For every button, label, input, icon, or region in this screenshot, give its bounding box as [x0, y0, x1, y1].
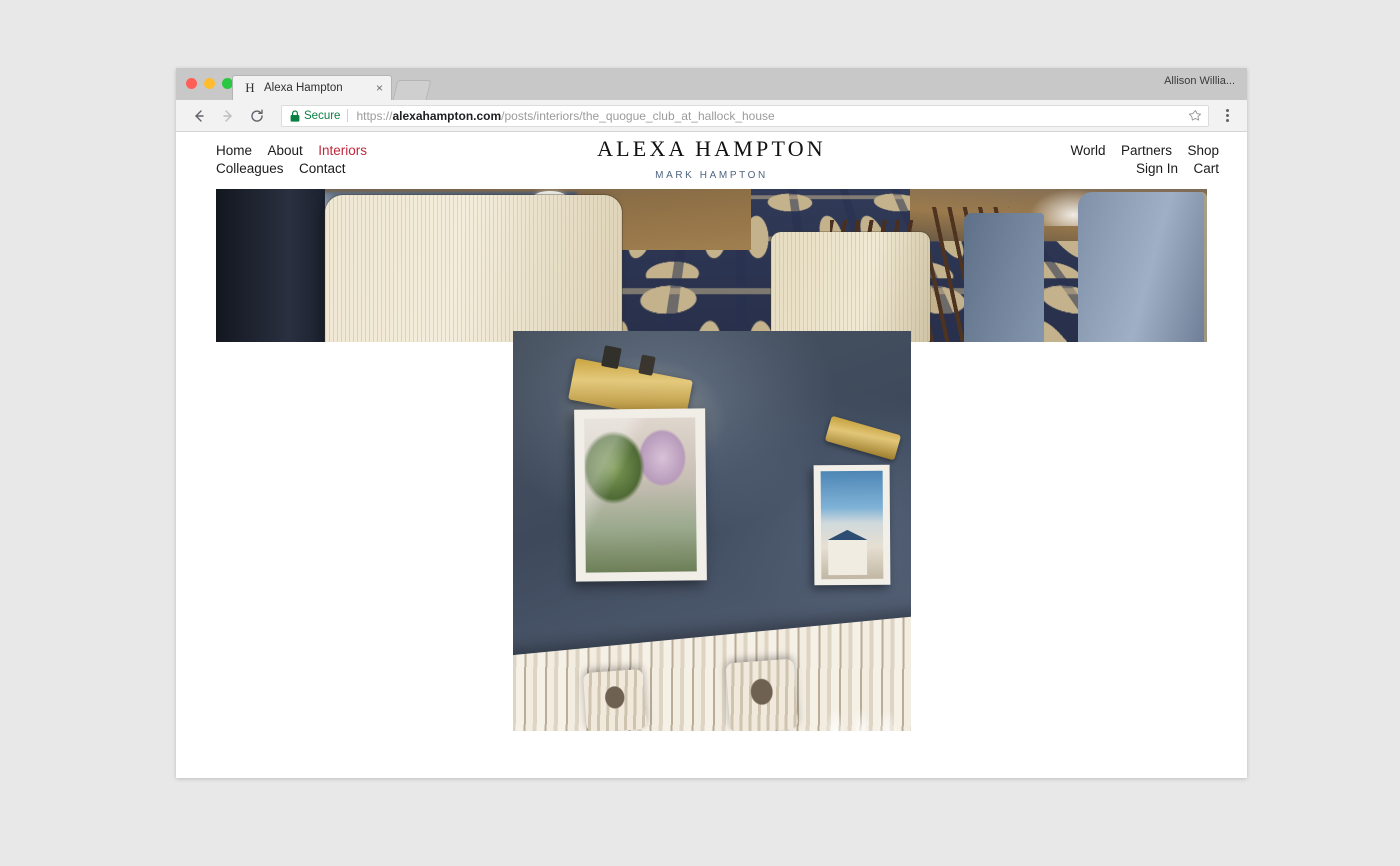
interior-wall-photo[interactable] — [513, 331, 911, 731]
nav-item-sign-in[interactable]: Sign In — [1136, 160, 1178, 178]
site-favicon-icon: H — [245, 80, 255, 95]
user-account-label[interactable]: Allison Willia... — [1164, 75, 1235, 87]
bookmark-star-icon[interactable] — [1183, 109, 1202, 122]
nav-item-cart[interactable]: Cart — [1193, 160, 1219, 178]
artwork-glass-glare — [583, 417, 697, 573]
back-icon[interactable] — [186, 103, 212, 129]
url-text: https://alexahampton.com/posts/interiors… — [356, 109, 1183, 123]
minimize-window-button[interactable] — [204, 78, 215, 89]
browser-menu-icon[interactable] — [1217, 103, 1237, 129]
browser-toolbar: Secure https://alexahampton.com/posts/in… — [176, 100, 1247, 132]
page-content: Home About Interiors Colleagues Contact … — [176, 132, 1247, 777]
patterned-pillow-one — [582, 668, 647, 731]
nav-item-world[interactable]: World — [1071, 142, 1106, 160]
artwork-small-image — [820, 470, 883, 580]
patterned-pillow-two — [725, 658, 798, 731]
tab-title: Alexa Hampton — [264, 82, 343, 94]
url-host: alexahampton.com — [392, 108, 502, 123]
new-tab-button[interactable] — [392, 80, 432, 100]
cream-chair-one — [325, 195, 623, 342]
close-window-button[interactable] — [186, 78, 197, 89]
hero-photo-scene — [216, 189, 1207, 342]
blue-chair-two — [964, 213, 1044, 342]
nav-item-shop[interactable]: Shop — [1187, 142, 1219, 160]
browser-tab[interactable]: H Alexa Hampton × — [232, 75, 392, 100]
omnibox-divider — [347, 109, 349, 122]
framed-artwork-small — [813, 464, 890, 586]
close-tab-icon[interactable]: × — [374, 82, 385, 94]
primary-nav-right: World Partners Shop Sign In Cart — [1060, 142, 1219, 178]
tab-strip: H Alexa Hampton × — [232, 75, 432, 100]
forward-icon — [215, 103, 241, 129]
nav-item-partners[interactable]: Partners — [1121, 142, 1172, 160]
blue-chair-one — [1078, 192, 1207, 342]
lock-icon — [290, 109, 300, 122]
site-header: Home About Interiors Colleagues Contact … — [176, 132, 1247, 189]
hero-dining-room-photo[interactable] — [216, 189, 1207, 342]
cream-chair-two — [770, 231, 930, 342]
reload-icon[interactable] — [244, 103, 270, 129]
nav-right-row-1: World Partners Shop — [1060, 142, 1219, 160]
address-bar[interactable]: Secure https://alexahampton.com/posts/in… — [281, 104, 1209, 127]
window-controls — [186, 78, 233, 89]
framed-artwork-large — [573, 408, 707, 582]
browser-window: H Alexa Hampton × Allison Willia... Secu… — [176, 68, 1247, 778]
url-scheme: https:// — [356, 108, 393, 123]
stemware-glasses — [815, 695, 904, 731]
browser-titlebar: H Alexa Hampton × Allison Willia... — [176, 68, 1247, 100]
dark-chair-left — [216, 189, 325, 342]
security-status-label: Secure — [304, 109, 341, 122]
nav-right-row-2: Sign In Cart — [1060, 160, 1219, 178]
url-path: /posts/interiors/the_quogue_club_at_hall… — [501, 108, 775, 123]
